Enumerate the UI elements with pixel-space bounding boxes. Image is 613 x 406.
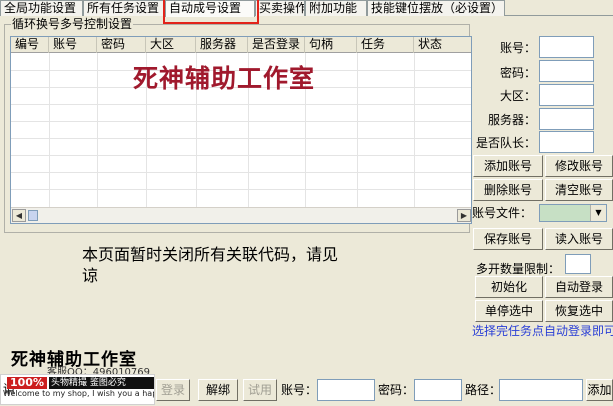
auto-login-button[interactable]: 自动登录: [545, 276, 613, 298]
account-file-select[interactable]: ▼: [539, 204, 607, 222]
column-header[interactable]: 状态: [414, 37, 471, 53]
bottom-bar: 请 100% 头物精撮 鉴图必究 Welcome to my shop, I w…: [0, 374, 613, 406]
list-header: 编号 账号 密码 大区 服务器 是否登录 句柄 任务 状态: [11, 37, 471, 53]
tab-auto-account[interactable]: 自动成号设置: [165, 0, 255, 17]
column-header[interactable]: 服务器: [196, 37, 248, 53]
scroll-left-icon[interactable]: ◀: [12, 209, 26, 222]
notice-text: 本页面暂时关闭所有关联代码，请见谅: [82, 245, 339, 285]
chevron-down-icon[interactable]: ▼: [590, 205, 606, 221]
watermark-title: 死神辅助工作室: [133, 64, 316, 93]
resume-selected-button[interactable]: 恢复选中: [545, 300, 613, 322]
stop-selected-button[interactable]: 单停选中: [475, 300, 543, 322]
init-button[interactable]: 初始化: [475, 276, 543, 298]
tab-global-settings[interactable]: 全局功能设置: [0, 0, 83, 16]
add-path-button[interactable]: 添加: [586, 379, 613, 401]
unbind-button[interactable]: 解绑: [198, 379, 238, 401]
column-header[interactable]: 是否登录: [248, 37, 305, 53]
tab-extra[interactable]: 附加功能: [305, 0, 367, 16]
footer-password-label: 密码：: [378, 383, 415, 397]
tab-skill-keys[interactable]: 技能键位摆放（必设置）: [367, 0, 505, 16]
save-account-button[interactable]: 保存账号: [473, 228, 543, 250]
column-header[interactable]: 编号: [11, 37, 49, 53]
account-label: 账号：: [499, 41, 536, 55]
leader-field[interactable]: [539, 131, 594, 153]
footer-account-field[interactable]: [317, 379, 375, 401]
tab-all-tasks[interactable]: 所有任务设置: [83, 0, 165, 16]
region-field[interactable]: [539, 84, 594, 106]
server-field[interactable]: [539, 108, 594, 130]
delete-account-button[interactable]: 删除账号: [473, 179, 543, 201]
password-label: 密码：: [499, 66, 536, 80]
login-button[interactable]: 登录: [156, 379, 190, 401]
scroll-right-icon[interactable]: ▶: [457, 209, 471, 222]
footer-path-field[interactable]: [499, 379, 583, 401]
multi-limit-label: 多开数量限制：: [476, 262, 561, 276]
banner-badge: 100%: [7, 377, 47, 389]
banner-welcome: Welcome to my shop, I wish you a happy s…: [3, 389, 154, 398]
shop-banner: 请 100% 头物精撮 鉴图必究 Welcome to my shop, I w…: [0, 374, 155, 405]
clear-account-button[interactable]: 清空账号: [545, 179, 613, 201]
column-header[interactable]: 任务: [357, 37, 414, 53]
account-file-label: 账号文件：: [472, 206, 533, 220]
trial-button[interactable]: 试用: [243, 379, 277, 401]
footer-account-label: 账号：: [281, 383, 318, 397]
footer-path-label: 路径：: [465, 383, 502, 397]
scroll-thumb[interactable]: [28, 210, 38, 221]
column-header[interactable]: 大区: [146, 37, 196, 53]
account-field[interactable]: [539, 36, 594, 58]
password-field[interactable]: [539, 60, 594, 82]
group-title: 循环换号多号控制设置: [11, 17, 134, 31]
column-header[interactable]: 密码: [97, 37, 146, 53]
horizontal-scrollbar[interactable]: ◀ ▶: [11, 207, 471, 223]
account-list[interactable]: 编号 账号 密码 大区 服务器 是否登录 句柄 任务 状态 死神辅助工作室 ◀ …: [10, 36, 472, 224]
load-account-button[interactable]: 读入账号: [545, 228, 613, 250]
auto-login-tip: 选择完任务点自动登录即可: [472, 324, 613, 338]
tab-bar: 全局功能设置 所有任务设置 自动成号设置 买卖操作 附加功能 技能键位摆放（必设…: [0, 0, 613, 17]
banner-dark-strip: 头物精撮 鉴图必究: [49, 377, 154, 389]
edit-account-button[interactable]: 修改账号: [545, 155, 613, 177]
server-label: 服务器：: [487, 113, 536, 127]
tab-trade[interactable]: 买卖操作: [255, 0, 305, 16]
multi-limit-field[interactable]: [565, 254, 591, 274]
column-header[interactable]: 句柄: [305, 37, 357, 53]
add-account-button[interactable]: 添加账号: [473, 155, 543, 177]
leader-label: 是否队长：: [475, 136, 536, 150]
footer-password-field[interactable]: [414, 379, 462, 401]
column-header[interactable]: 账号: [49, 37, 97, 53]
region-label: 大区：: [499, 89, 536, 103]
